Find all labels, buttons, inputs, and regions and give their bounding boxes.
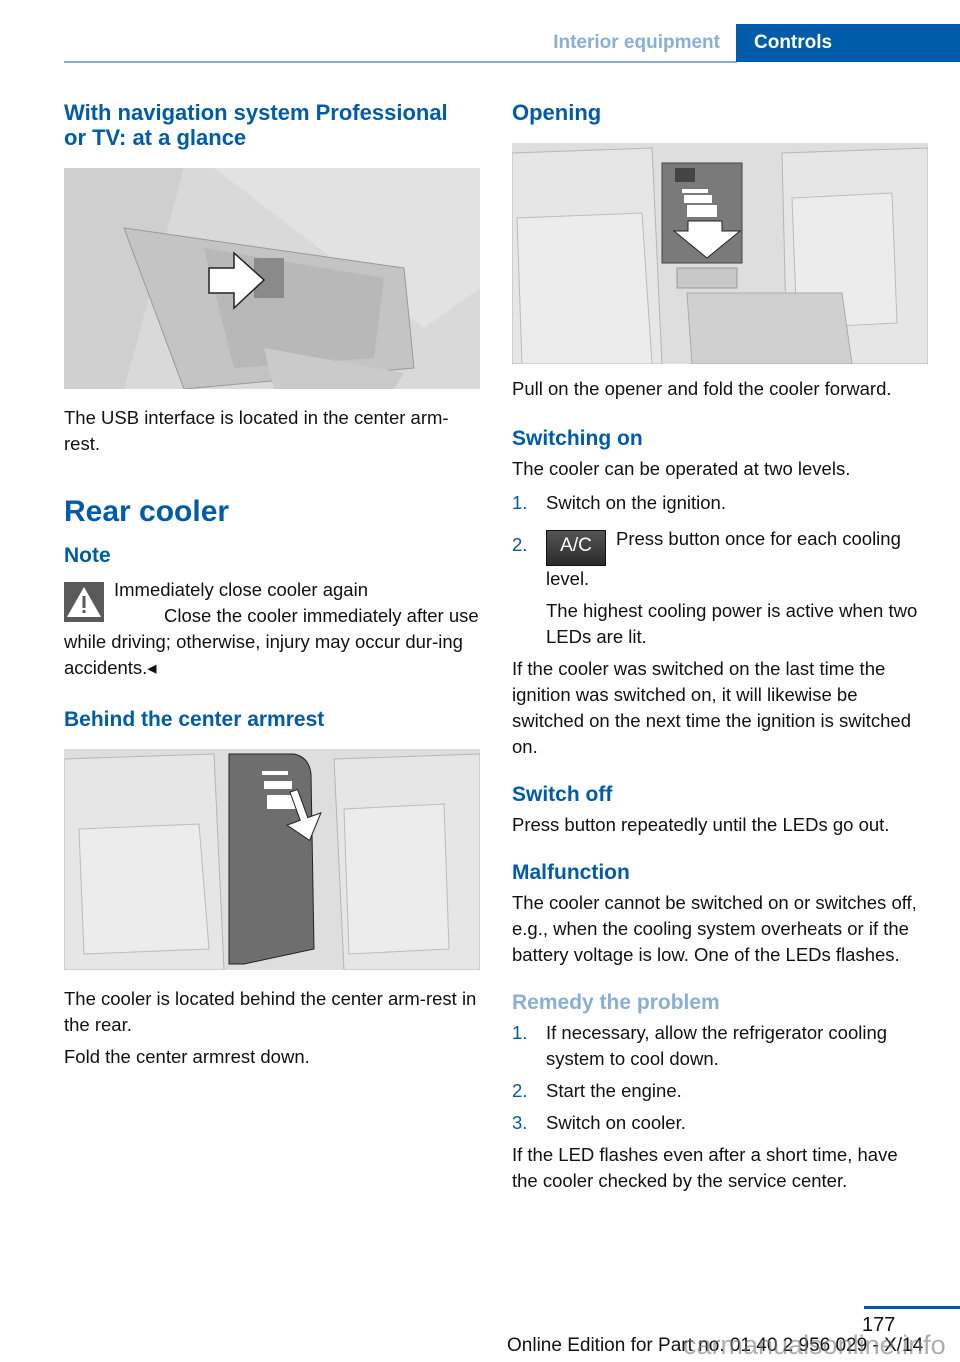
step-item: 3. Switch on cooler. [512, 1110, 928, 1136]
rear-seat-illustration [64, 749, 480, 970]
behind-armrest-figure [64, 749, 480, 970]
warning-block: Immediately close cooler again Close the… [64, 577, 480, 681]
opening-heading: Opening [512, 100, 602, 125]
step-text: Switch on the ignition. [546, 492, 726, 513]
ac-button-icon: A/C [546, 530, 606, 566]
step-item: 2. A/C Press button once for each cooling… [512, 526, 928, 650]
warning-triangle-icon [64, 582, 104, 622]
step-number: 2. [512, 1080, 528, 1101]
opening-text: Pull on the opener and fold the cooler f… [512, 378, 892, 399]
right-column: Opening Pull on the opener and fold the … [512, 100, 928, 1194]
switch-off-text: Press button repeatedly until the LEDs g… [512, 814, 890, 835]
opening-figure [512, 143, 928, 364]
step-item: 1. If necessary, allow the refrigerator … [512, 1020, 928, 1072]
remedy-heading: Remedy the problem [512, 991, 720, 1014]
usb-figure [64, 168, 480, 389]
step-item: 1. Switch on the ignition. [512, 490, 928, 516]
cooler-opening-illustration [512, 143, 928, 364]
switch-off-heading: Switch off [512, 783, 613, 806]
step-text: Start the engine. [546, 1080, 682, 1101]
step-number: 1. [512, 492, 528, 513]
step-number: 1. [512, 1022, 528, 1043]
center-console-illustration [64, 168, 480, 389]
switching-on-heading: Switching on [512, 427, 643, 450]
behind-armrest-text-2: Fold the center armrest down. [64, 1046, 310, 1067]
warning-title: Immediately close cooler again [114, 579, 368, 600]
remedy-steps: 1. If necessary, allow the refrigerator … [512, 1020, 928, 1136]
step-subtext: The highest cooling power is active when… [546, 600, 918, 647]
rear-cooler-title: Rear cooler [64, 495, 230, 528]
step-number: 3. [512, 1112, 528, 1133]
malfunction-text: The cooler cannot be switched on or swit… [512, 892, 917, 965]
remedy-after: If the LED flashes even after a short ti… [512, 1144, 898, 1191]
header-section-title: Interior equipment [553, 32, 720, 53]
left-column: With navigation system Professional or T… [64, 100, 480, 1070]
header-chapter-tab: Controls [736, 24, 960, 62]
behind-armrest-heading: Behind the center armrest [64, 708, 325, 731]
switching-on-after: If the cooler was switched on the last t… [512, 658, 911, 757]
note-heading: Note [64, 544, 111, 567]
switching-on-steps: 1. Switch on the ignition. 2. A/C Press b… [512, 490, 928, 650]
step-number: 2. [512, 534, 528, 555]
footer-rule [864, 1306, 960, 1309]
usb-heading: With navigation system Professional or T… [64, 100, 448, 150]
behind-armrest-text-1: The cooler is located behind the center … [64, 988, 477, 1035]
usb-description: The USB interface is located in the cent… [64, 407, 449, 454]
step-item: 2. Start the engine. [512, 1078, 928, 1104]
switching-on-text: The cooler can be operated at two levels… [512, 458, 851, 479]
malfunction-heading: Malfunction [512, 861, 630, 884]
warning-text: Close the cooler immediately after use w… [64, 605, 479, 678]
step-text: Switch on cooler. [546, 1112, 686, 1133]
watermark: carmanualsonline.info [683, 1330, 946, 1360]
step-text: If necessary, allow the refrigerator coo… [546, 1022, 888, 1069]
